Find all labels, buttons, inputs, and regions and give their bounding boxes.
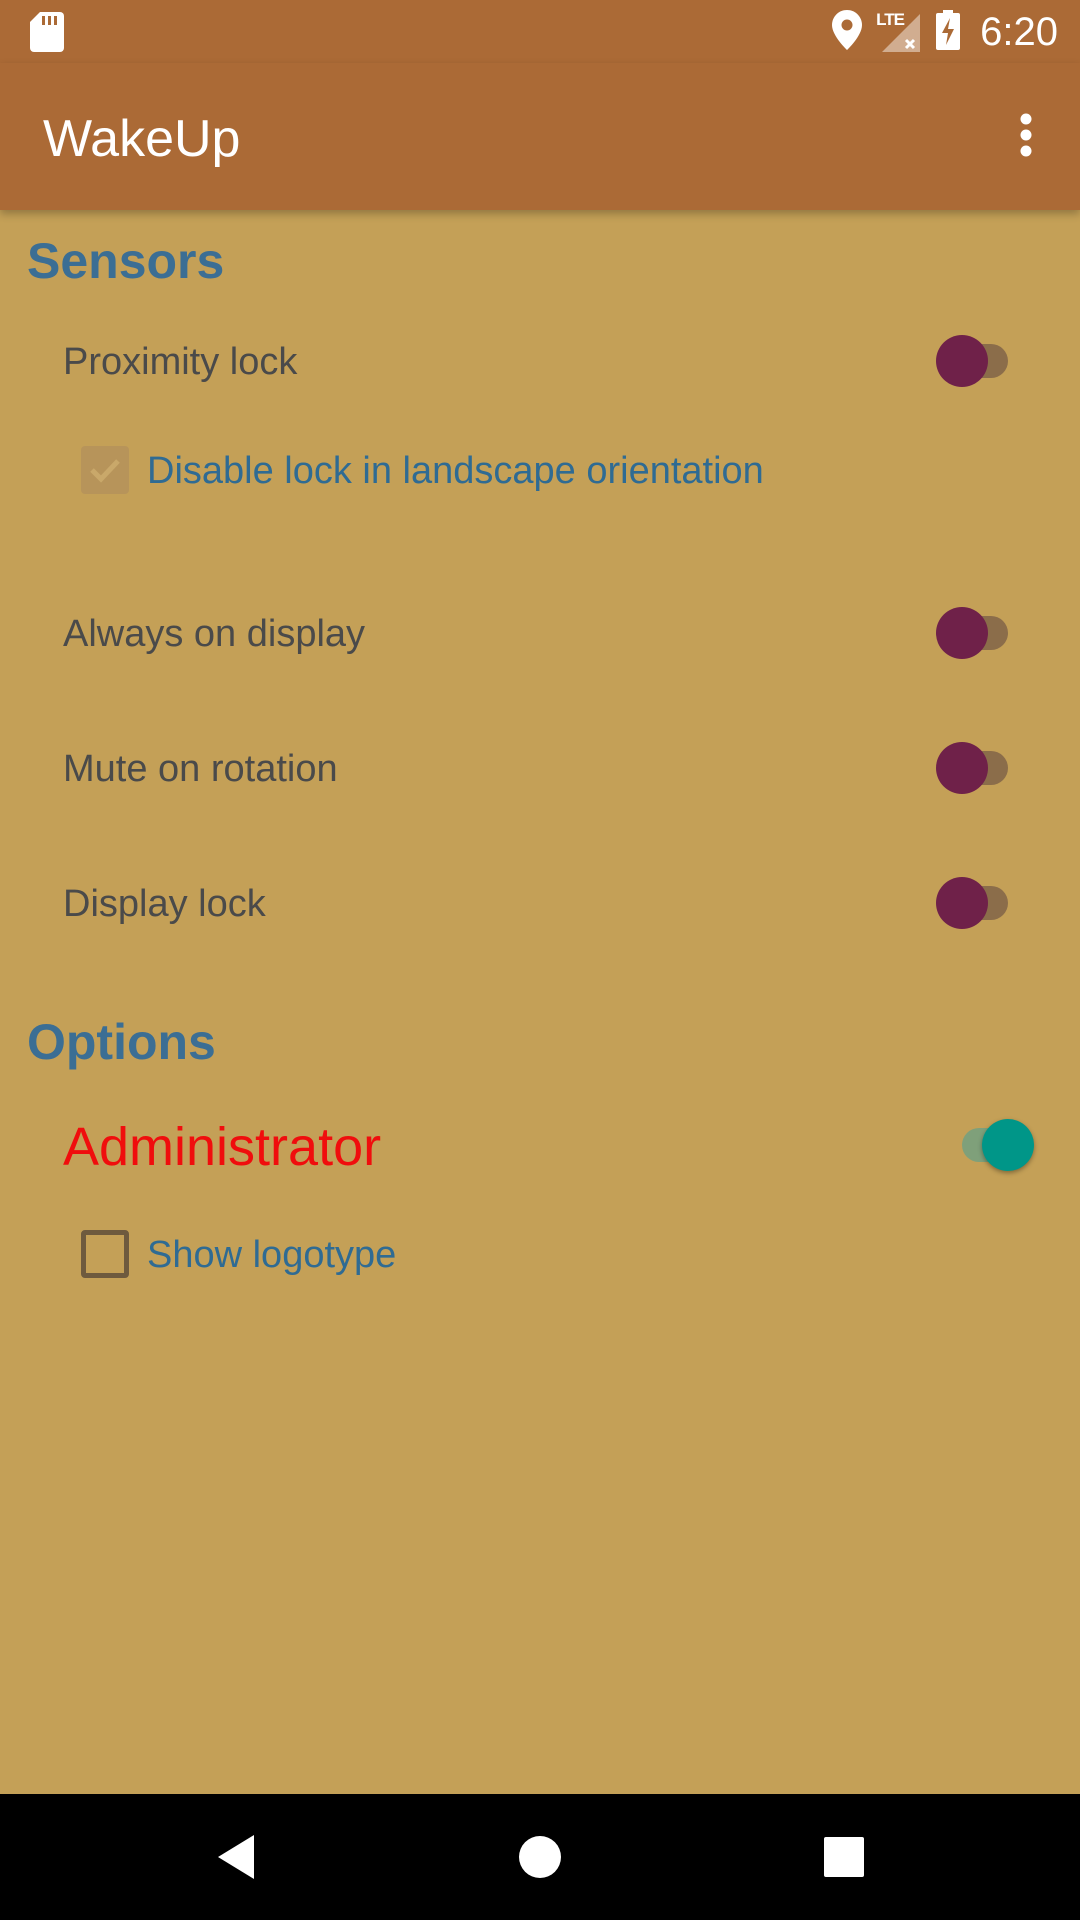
location-icon (832, 9, 863, 55)
switch-thumb (936, 742, 988, 794)
app-bar: WakeUp (0, 63, 1080, 210)
recents-icon (824, 1837, 864, 1877)
check-icon (90, 459, 120, 483)
switch-thumb (982, 1119, 1034, 1171)
section-title-sensors: Sensors (27, 233, 225, 289)
administrator-label: Administrator (63, 1117, 382, 1177)
display-lock-switch[interactable] (936, 869, 1022, 929)
disable-landscape-label: Disable lock in landscape orientation (147, 450, 764, 492)
status-bar: LTE 6:20 (0, 0, 1080, 63)
status-icons: LTE 6:20 (832, 8, 1058, 56)
sd-card-icon (30, 12, 64, 57)
mute-on-rotation-label: Mute on rotation (63, 748, 338, 790)
switch-thumb (936, 877, 988, 929)
navigation-bar (0, 1794, 1080, 1920)
recents-button[interactable] (814, 1827, 874, 1887)
display-lock-label: Display lock (63, 883, 266, 925)
disable-landscape-checkbox[interactable] (81, 446, 129, 494)
proximity-lock-label: Proximity lock (63, 341, 298, 383)
administrator-switch[interactable] (948, 1111, 1034, 1171)
proximity-lock-switch[interactable] (936, 327, 1022, 387)
home-button[interactable] (510, 1827, 570, 1887)
section-title-options: Options (27, 1014, 216, 1070)
signal-lte-icon: LTE (876, 10, 922, 54)
always-on-display-label: Always on display (63, 613, 366, 655)
always-on-display-switch[interactable] (936, 599, 1022, 659)
switch-thumb (936, 607, 988, 659)
back-icon (218, 1835, 254, 1879)
mute-on-rotation-switch[interactable] (936, 734, 1022, 794)
more-vert-icon (1020, 113, 1032, 157)
switch-thumb (936, 335, 988, 387)
show-logotype-label: Show logotype (147, 1234, 397, 1276)
settings-list: Sensors Proximity lock Disable lock in l… (0, 210, 1080, 1794)
battery-charging-icon (936, 9, 961, 55)
back-button[interactable] (206, 1827, 266, 1887)
app-title: WakeUp (43, 110, 241, 168)
status-time: 6:20 (980, 9, 1058, 54)
show-logotype-checkbox[interactable] (81, 1230, 129, 1278)
home-icon (519, 1836, 561, 1878)
overflow-menu-button[interactable] (994, 103, 1058, 167)
